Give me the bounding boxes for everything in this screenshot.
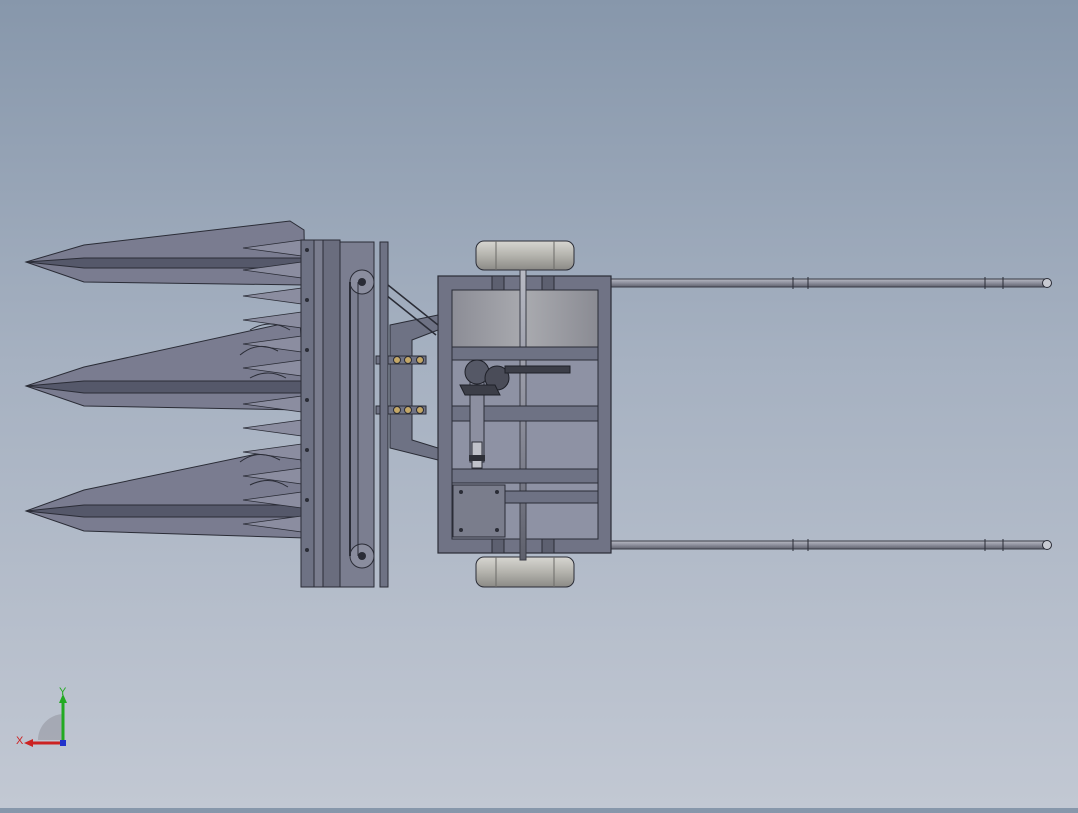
- triad-plane-icon: [38, 714, 64, 740]
- divider-cone-top: [24, 220, 306, 286]
- wheel-top: [475, 240, 575, 271]
- coordinate-triad: Y X: [14, 686, 76, 752]
- z-axis-icon: [60, 740, 66, 746]
- header-frame: [300, 239, 389, 588]
- triad-y-label: Y: [59, 686, 67, 698]
- tow-pole-lower: [607, 539, 1052, 551]
- cad-viewport[interactable]: [0, 0, 1078, 808]
- harvester-header-model[interactable]: [0, 0, 1078, 808]
- triad-x-label: X: [16, 735, 24, 747]
- tow-pole-upper: [607, 277, 1052, 289]
- wheel-bottom: [475, 556, 575, 588]
- gearbox-plate: [452, 484, 506, 538]
